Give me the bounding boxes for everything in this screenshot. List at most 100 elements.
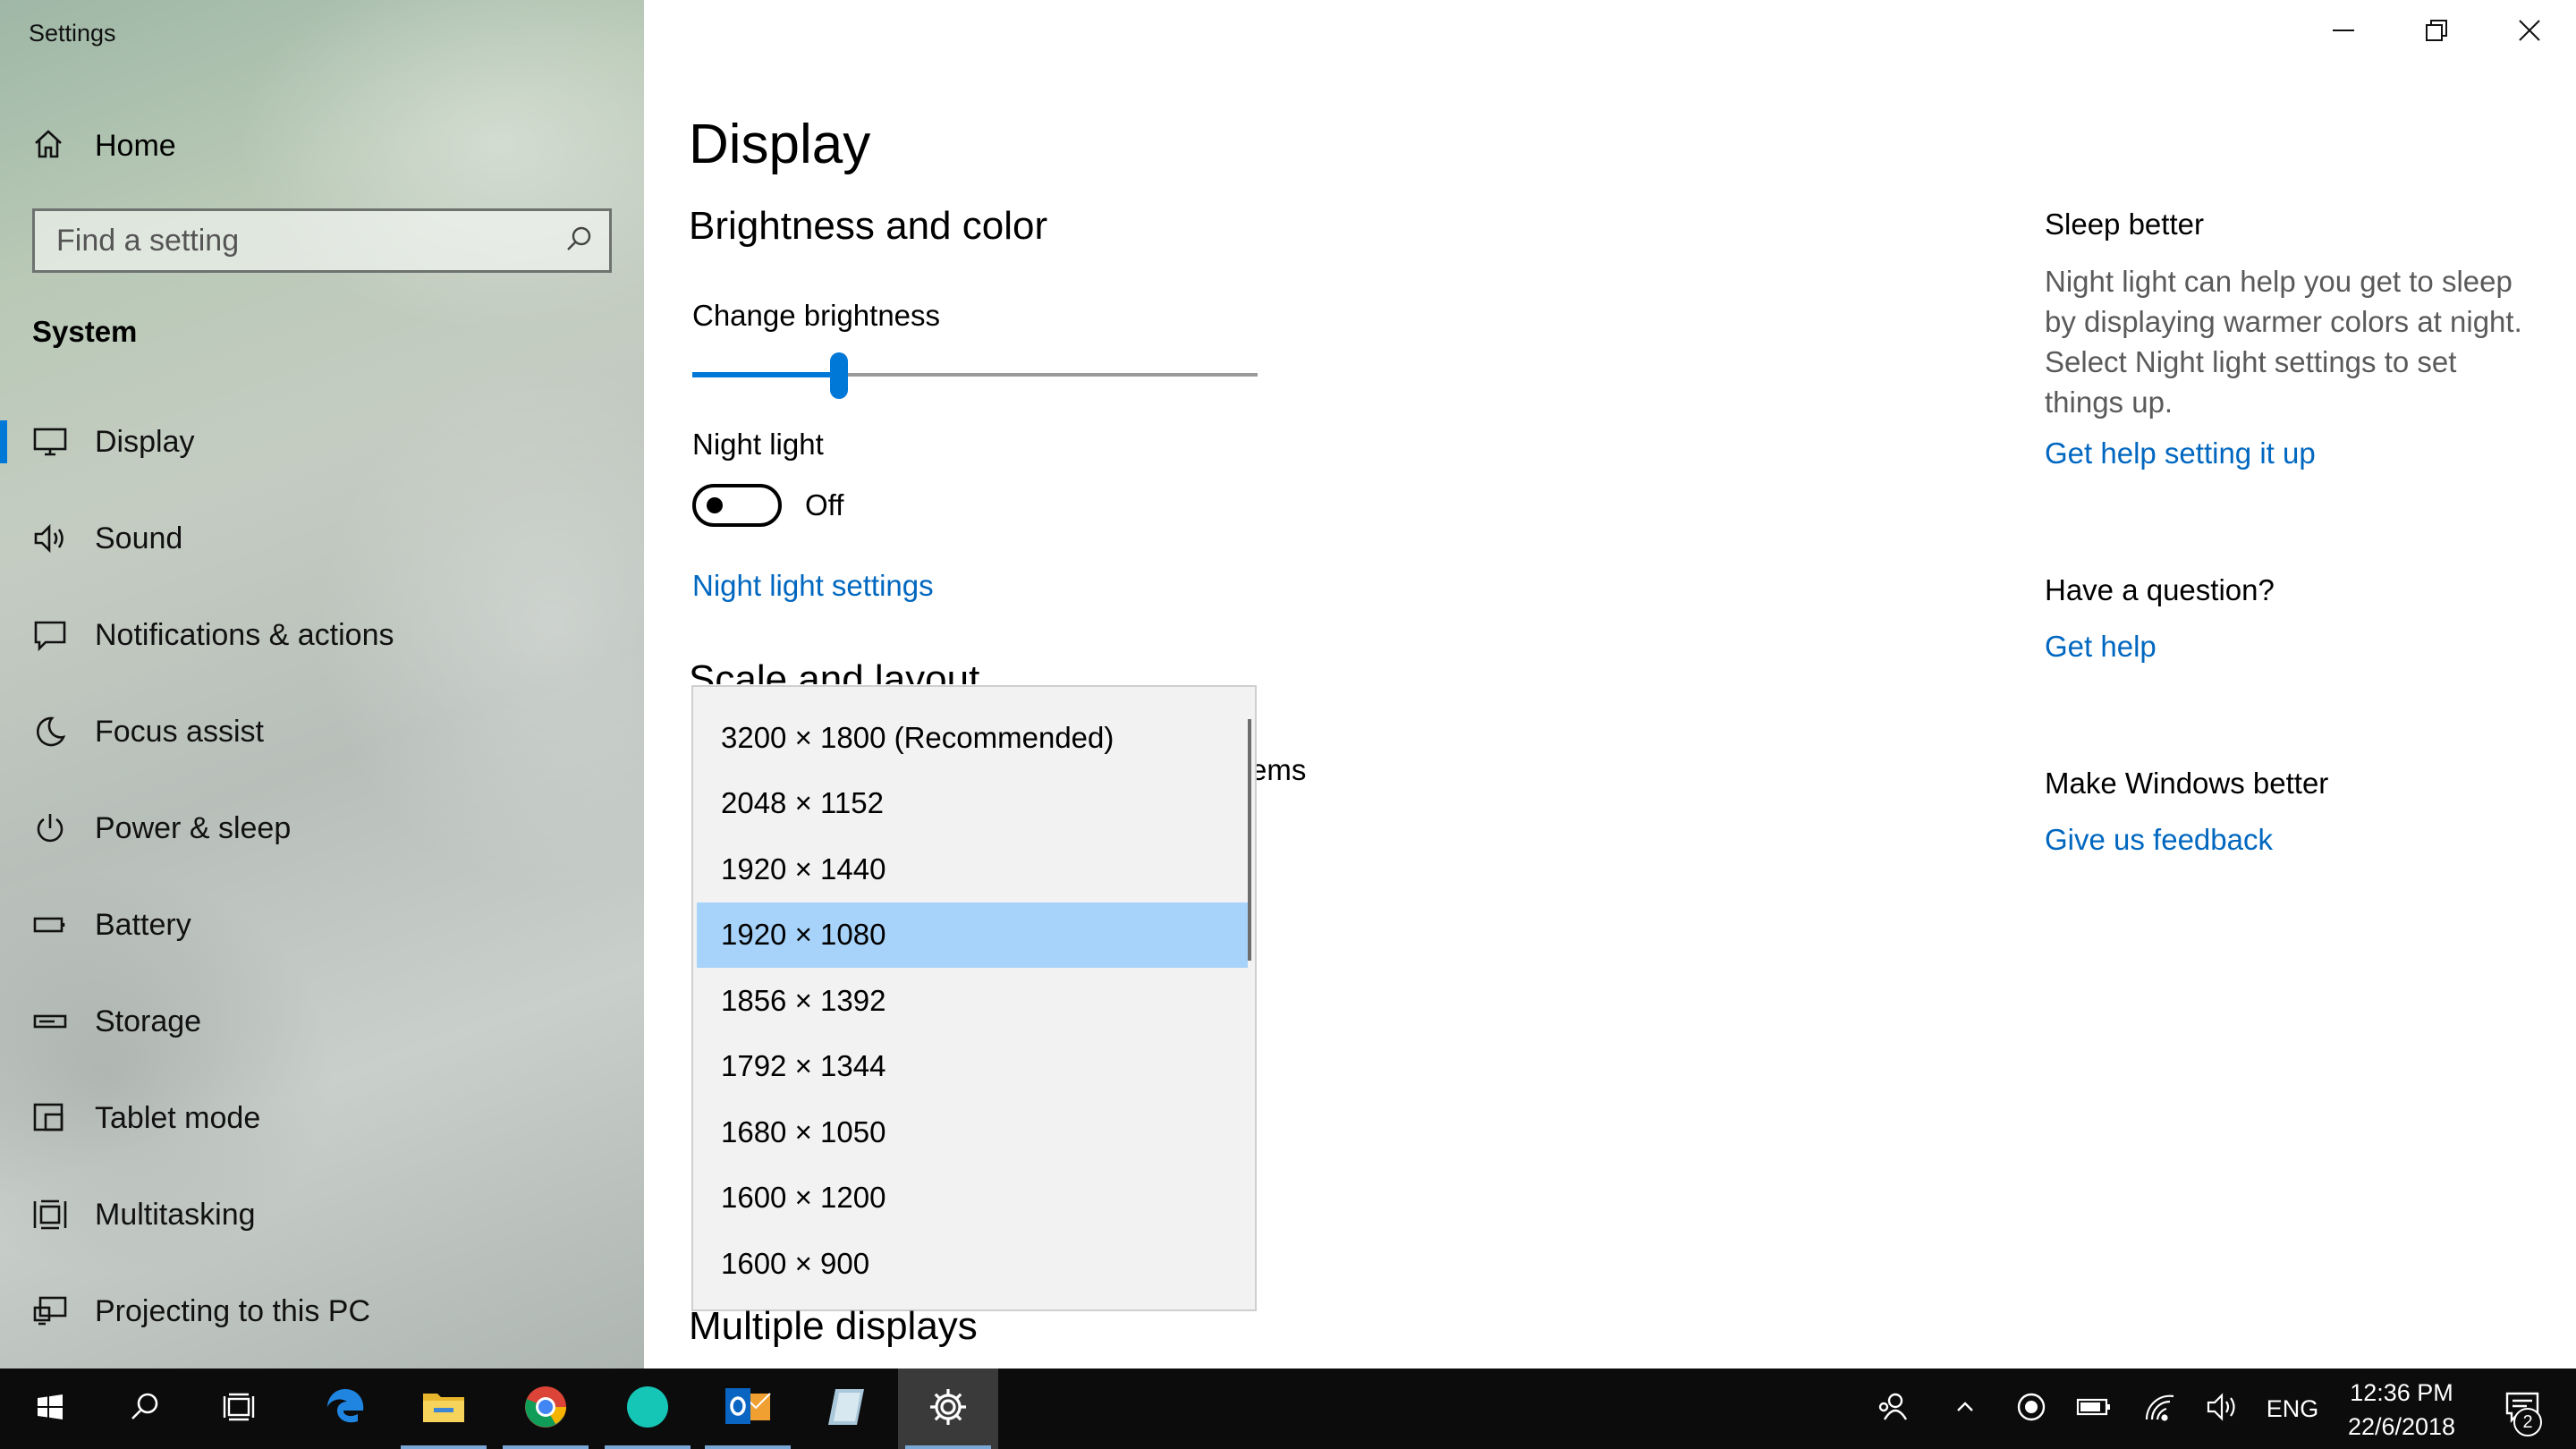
night-light-label: Night light: [692, 428, 824, 461]
people-icon: [1876, 1391, 1908, 1428]
slider-thumb[interactable]: [830, 352, 849, 399]
restore-button[interactable]: [2390, 0, 2483, 64]
start-icon: [37, 1394, 64, 1425]
taskbar-search-button[interactable]: [95, 1368, 195, 1449]
scale-layout-heading: Scale and layout: [689, 657, 980, 684]
wifi-icon: [2143, 1393, 2177, 1426]
resolution-option[interactable]: 1600 × 1200: [697, 1165, 1248, 1232]
show-hidden-icons-button[interactable]: [1934, 1368, 1996, 1449]
sidebar-item-projecting[interactable]: Projecting to this PC: [0, 1263, 644, 1360]
get-help-setting-link[interactable]: Get help setting it up: [2045, 436, 2316, 470]
sidebar-item-label: Power & sleep: [95, 810, 292, 845]
sidebar-item-label: Storage: [95, 1004, 202, 1038]
record-tray-button[interactable]: [2000, 1368, 2063, 1449]
nav-list: Display Sound Notifications & actions Fo…: [0, 394, 644, 1360]
monitor-icon: [32, 424, 68, 460]
chrome-button[interactable]: [496, 1368, 596, 1449]
home-nav-item[interactable]: Home: [32, 123, 176, 168]
sidebar-item-power-sleep[interactable]: Power & sleep: [0, 780, 644, 877]
search-box[interactable]: [32, 208, 612, 273]
system-section-label: System: [32, 315, 138, 348]
teal-app-button[interactable]: [597, 1368, 698, 1449]
minimize-button[interactable]: [2297, 0, 2390, 64]
sidebar-item-sound[interactable]: Sound: [0, 490, 644, 587]
note-app-button[interactable]: [796, 1368, 896, 1449]
outlook-icon: [724, 1385, 772, 1434]
restore-icon: [2424, 18, 2449, 47]
clock-date: 22/6/2018: [2347, 1413, 2456, 1440]
search-icon: [129, 1391, 161, 1428]
feedback-heading: Make Windows better: [2045, 767, 2329, 800]
sidebar-item-label: Multitasking: [95, 1197, 256, 1232]
battery-tray-button[interactable]: [2063, 1368, 2125, 1449]
page-title: Display: [689, 114, 871, 175]
file-explorer-button[interactable]: [394, 1368, 494, 1449]
resolution-option[interactable]: 3200 × 1800 (Recommended): [697, 705, 1248, 771]
projecting-icon: [32, 1293, 68, 1329]
file-explorer-icon: [421, 1388, 466, 1430]
slider-fill: [692, 372, 840, 377]
window-title: Settings: [29, 20, 116, 47]
window-controls: [2297, 0, 2576, 64]
sidebar-item-label: Notifications & actions: [95, 617, 394, 652]
give-feedback-link[interactable]: Give us feedback: [2045, 823, 2273, 857]
sidebar-item-focus-assist[interactable]: Focus assist: [0, 683, 644, 780]
night-light-toggle[interactable]: [692, 484, 782, 527]
sleep-better-description: Night light can help you get to sleep by…: [2045, 265, 2522, 419]
multitasking-icon: [32, 1197, 68, 1233]
close-button[interactable]: [2483, 0, 2576, 64]
taskbar: ENG 12:36 PM 22/6/2018 2: [0, 1368, 2576, 1449]
resolution-option[interactable]: 1856 × 1392: [697, 968, 1248, 1034]
task-view-button[interactable]: [190, 1368, 290, 1449]
sidebar-item-storage[interactable]: Storage: [0, 973, 644, 1070]
resolution-option[interactable]: 2048 × 1152: [697, 771, 1248, 837]
sidebar-item-label: Tablet mode: [95, 1100, 261, 1135]
brightness-label: Change brightness: [692, 299, 941, 332]
notification-count-badge: 2: [2513, 1408, 2542, 1436]
power-icon: [32, 810, 68, 846]
people-button[interactable]: [1860, 1368, 1923, 1449]
home-icon: [32, 128, 64, 165]
clock-time: 12:36 PM: [2350, 1379, 2453, 1406]
brightness-slider[interactable]: [692, 349, 1258, 402]
sidebar-item-display[interactable]: Display: [0, 394, 644, 490]
sidebar-item-notifications[interactable]: Notifications & actions: [0, 587, 644, 683]
sidebar-item-tablet-mode[interactable]: Tablet mode: [0, 1070, 644, 1166]
start-button[interactable]: [0, 1368, 100, 1449]
home-label: Home: [95, 128, 176, 163]
network-tray-button[interactable]: [2129, 1368, 2191, 1449]
sidebar-item-multitasking[interactable]: Multitasking: [0, 1166, 644, 1263]
edge-app-button[interactable]: [295, 1368, 395, 1449]
close-icon: [2517, 18, 2542, 47]
note-app-icon: [825, 1385, 868, 1433]
sidebar-item-label: Sound: [95, 521, 183, 555]
volume-tray-button[interactable]: [2191, 1368, 2254, 1449]
resolution-dropdown-list[interactable]: 3200 × 1800 (Recommended) 2048 × 1152 19…: [691, 685, 1257, 1311]
minimize-icon: [2331, 18, 2356, 47]
sidebar-item-battery[interactable]: Battery: [0, 877, 644, 973]
multiple-displays-heading: Multiple displays: [689, 1304, 978, 1348]
settings-gear-icon: [928, 1386, 969, 1432]
resolution-option[interactable]: 1680 × 1050: [697, 1099, 1248, 1165]
moon-icon: [32, 714, 68, 750]
night-light-settings-link[interactable]: Night light settings: [692, 569, 934, 603]
sidebar-item-label: Focus assist: [95, 714, 264, 749]
search-input[interactable]: [56, 223, 564, 258]
sidebar-item-label: Display: [95, 424, 195, 459]
outlook-button[interactable]: [698, 1368, 798, 1449]
resolution-option[interactable]: 1600 × 900: [697, 1231, 1248, 1297]
toggle-knob: [707, 497, 723, 513]
resolution-option-selected[interactable]: 1920 × 1080: [697, 902, 1248, 968]
search-icon[interactable]: [564, 225, 593, 258]
edge-icon: [324, 1385, 367, 1433]
clock[interactable]: 12:36 PM 22/6/2018: [2308, 1376, 2496, 1444]
get-help-link[interactable]: Get help: [2045, 630, 2157, 664]
dropdown-scrollbar[interactable]: [1248, 719, 1251, 961]
resolution-option[interactable]: 1792 × 1344: [697, 1034, 1248, 1100]
chrome-icon: [523, 1385, 568, 1434]
storage-icon: [32, 1004, 68, 1039]
battery-icon: [2076, 1396, 2112, 1422]
tablet-mode-icon: [32, 1100, 68, 1136]
settings-app-button[interactable]: [898, 1368, 998, 1449]
resolution-option[interactable]: 1920 × 1440: [697, 836, 1248, 902]
